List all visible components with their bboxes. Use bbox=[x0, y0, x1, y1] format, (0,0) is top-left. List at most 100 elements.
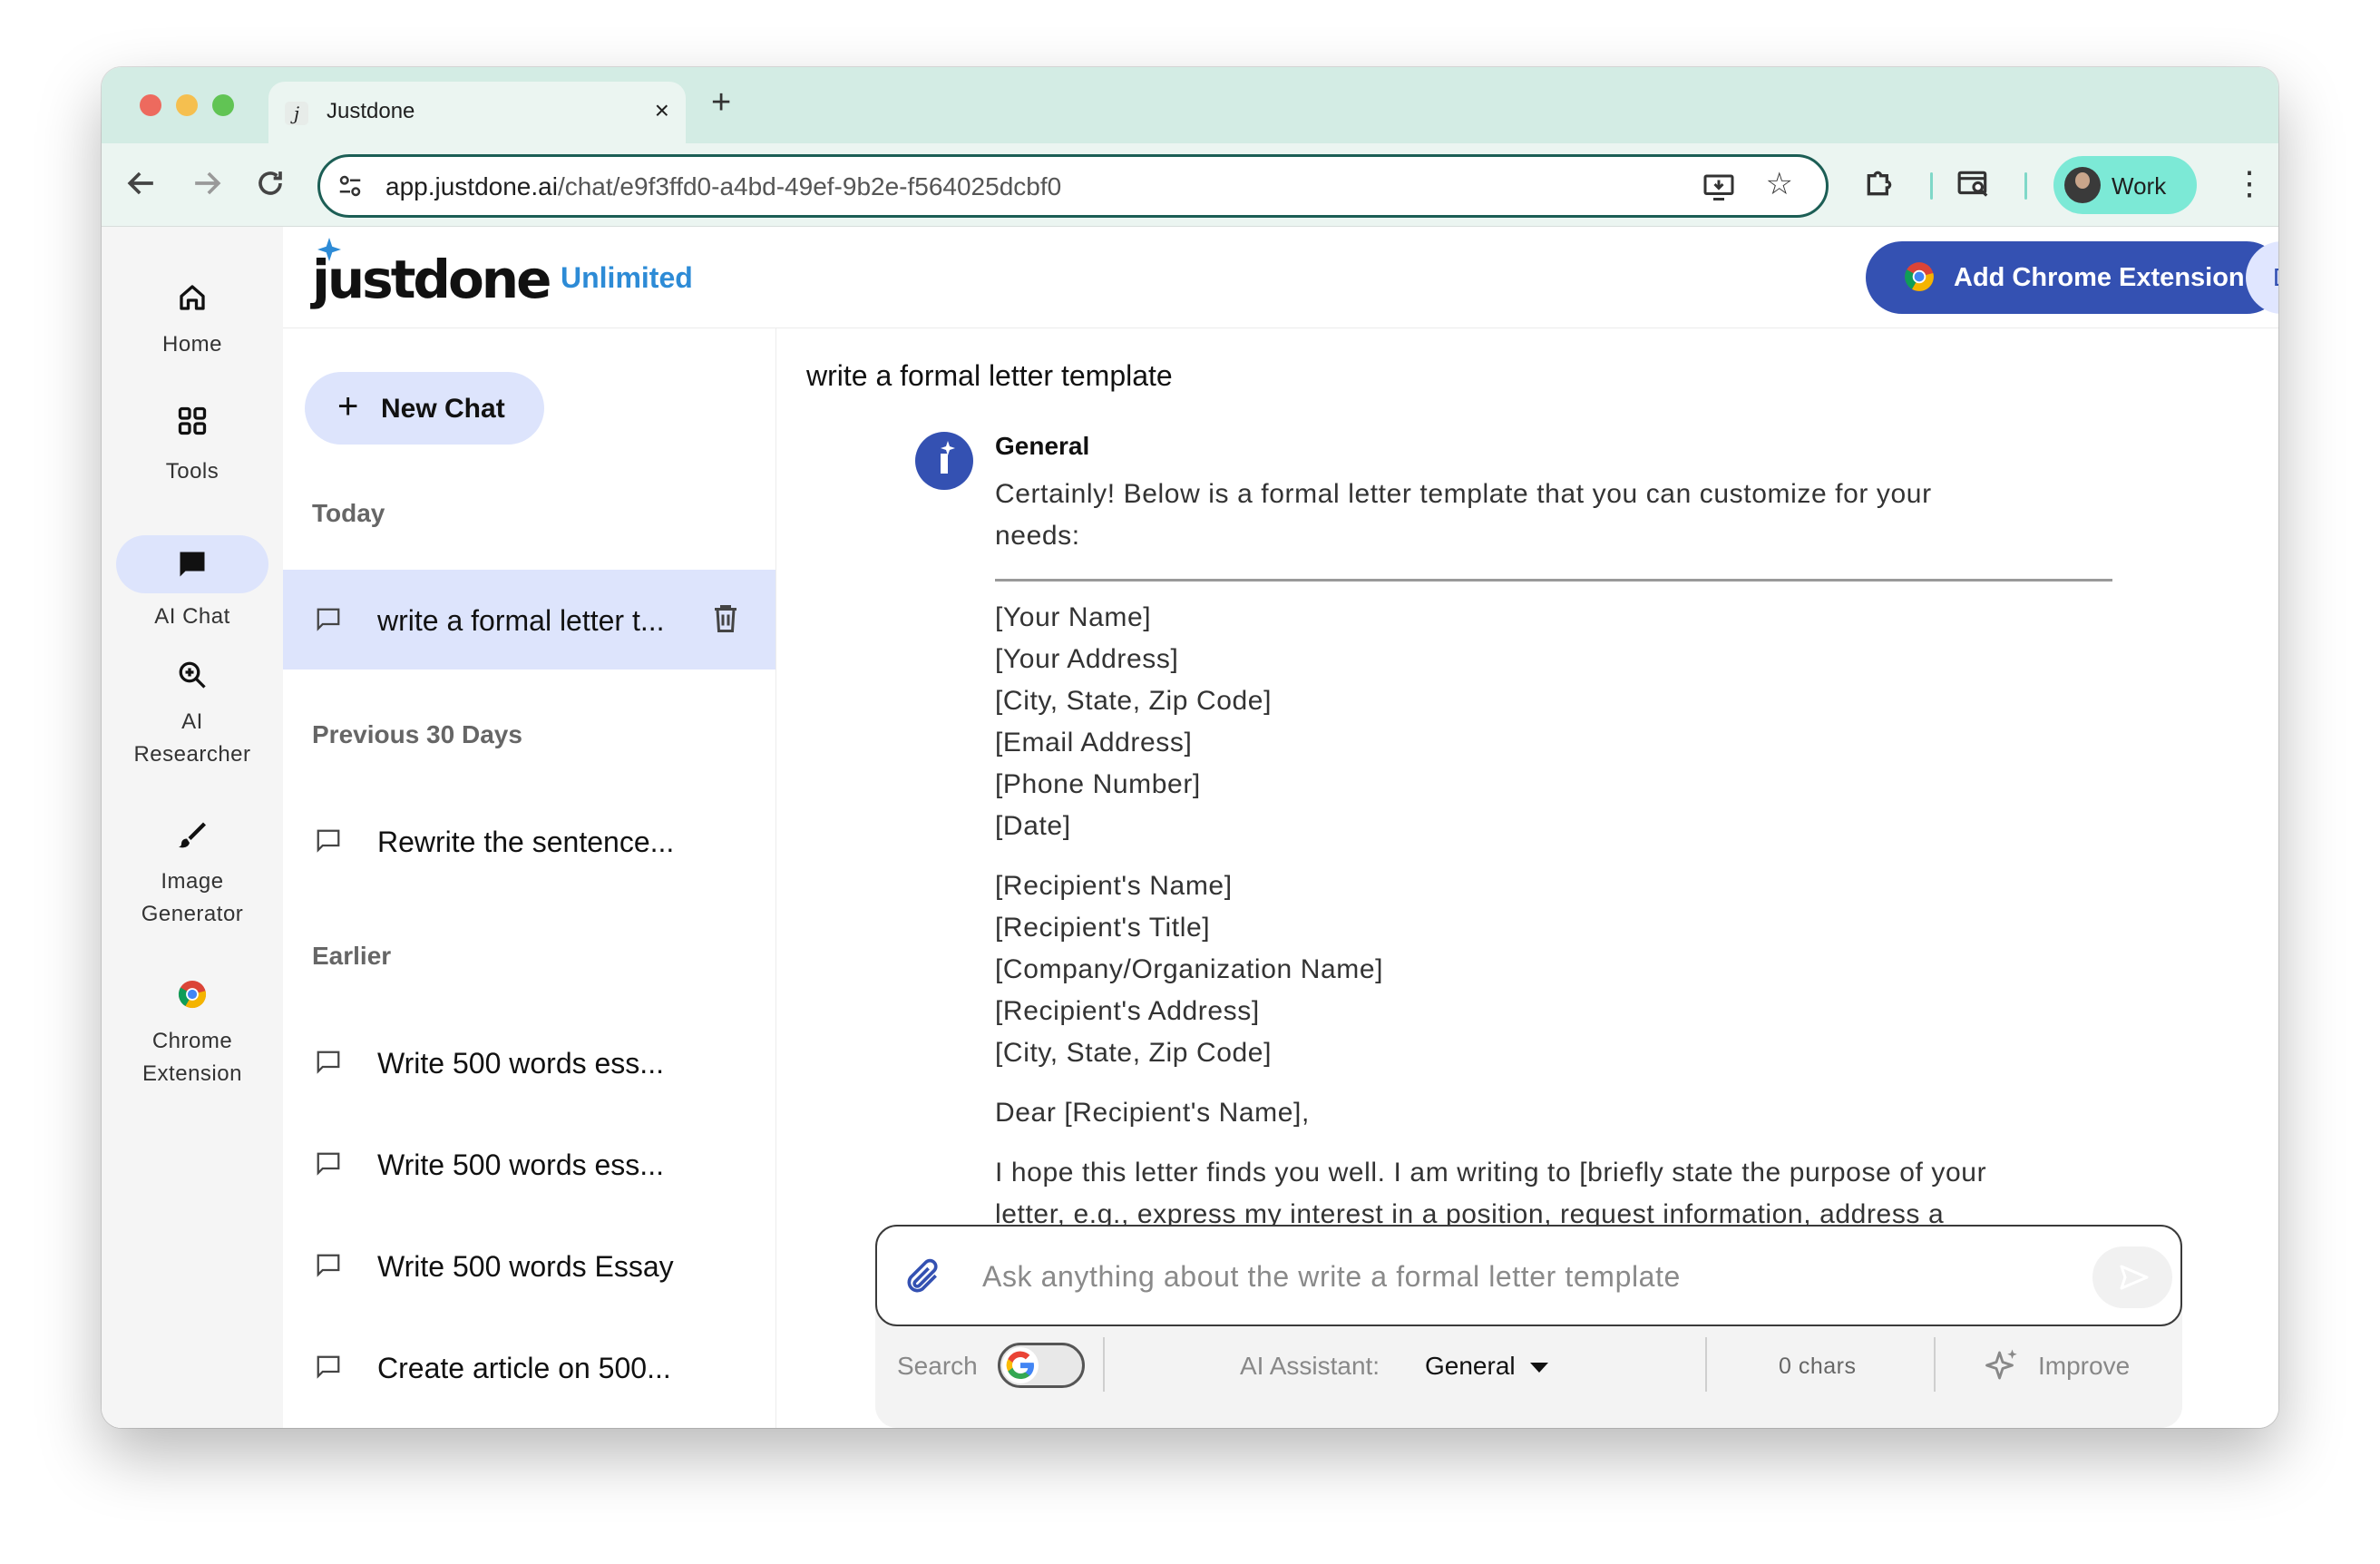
chat-history-panel: + New Chat Today write a formal letter t… bbox=[283, 328, 776, 1428]
chat-item[interactable]: Write 500 words ess... bbox=[283, 1012, 775, 1112]
assistant-intro-line: Certainly! Below is a formal letter temp… bbox=[995, 479, 1932, 509]
brush-icon bbox=[179, 822, 206, 848]
nav-label-ai-researcher-2: Researcher bbox=[133, 742, 251, 767]
improve-button[interactable]: Improve bbox=[2038, 1352, 2130, 1381]
nav-item-ai-chat[interactable]: AI Chat bbox=[102, 532, 283, 640]
close-tab-icon[interactable]: × bbox=[655, 96, 669, 125]
template-line: [Recipient's Name] bbox=[995, 871, 1233, 901]
site-settings-icon[interactable] bbox=[337, 172, 364, 200]
search-toggle-label: Search bbox=[897, 1352, 978, 1380]
address-bar[interactable]: app.justdone.ai/chat/e9f3ffd0-a4bd-49ef-… bbox=[317, 154, 1829, 218]
chat-item-title: Create article on 500... bbox=[377, 1352, 671, 1384]
composer-area: Search AI Assistant: General bbox=[875, 1225, 2182, 1428]
add-chrome-extension-label: Add Chrome Extension bbox=[1954, 263, 2245, 292]
browser-tab[interactable]: j Justdone × bbox=[268, 82, 686, 143]
justdone-favicon-icon: j bbox=[285, 102, 308, 125]
trash-icon[interactable] bbox=[709, 601, 742, 637]
chat-bubble-icon bbox=[317, 1051, 340, 1074]
grid-icon bbox=[178, 406, 207, 435]
justdone-app: Home Tools AI Chat AI Researcher Image G… bbox=[102, 227, 2278, 1428]
nav-item-ai-researcher[interactable]: AI Researcher bbox=[102, 659, 283, 786]
chat-item[interactable]: Rewrite the sentence... bbox=[283, 791, 775, 891]
url-host: app.justdone.ai bbox=[385, 172, 558, 200]
composer-divider bbox=[1103, 1337, 1105, 1392]
chat-item[interactable]: Create article on 500... bbox=[283, 1317, 775, 1417]
plan-badge: Unlimited bbox=[561, 261, 693, 294]
toolbar-divider bbox=[2024, 172, 2027, 200]
justdone-logo[interactable]: justdone bbox=[312, 250, 551, 308]
reload-icon[interactable] bbox=[250, 163, 290, 203]
install-icon[interactable] bbox=[1702, 171, 1735, 203]
template-salutation: Dear [Recipient's Name], bbox=[995, 1098, 1310, 1128]
toolbar-divider bbox=[1930, 172, 1933, 200]
nav-item-home[interactable]: Home bbox=[102, 281, 283, 390]
ai-assistant-label: AI Assistant: bbox=[1240, 1352, 1380, 1380]
app-header: justdone Unlimited Add Chrome Extension … bbox=[283, 227, 2278, 328]
menu-icon[interactable]: ⋮ bbox=[2233, 165, 2266, 201]
nav-item-chrome-extension[interactable]: Chrome Extension bbox=[102, 978, 283, 1105]
horizontal-rule bbox=[995, 579, 2112, 582]
chat-item-title: write a formal letter t... bbox=[377, 604, 665, 637]
template-line: [Recipient's Title] bbox=[995, 913, 1211, 943]
browser-toolbar: app.justdone.ai/chat/e9f3ffd0-a4bd-49ef-… bbox=[102, 143, 2278, 227]
chat-item-title: Write 500 words Essay bbox=[377, 1250, 674, 1283]
template-line: [City, State, Zip Code] bbox=[995, 686, 1273, 716]
chat-item[interactable]: write a formal letter t... bbox=[283, 570, 775, 670]
extensions-icon[interactable] bbox=[1861, 165, 1897, 201]
search-toggle[interactable] bbox=[998, 1343, 1085, 1388]
chat-item[interactable]: Write 500 words ess... bbox=[283, 1114, 775, 1214]
send-icon bbox=[2120, 1265, 2149, 1290]
nav-label-ai-chat: AI Chat bbox=[154, 604, 230, 629]
chrome-icon bbox=[1905, 262, 1934, 291]
message-composer bbox=[875, 1225, 2182, 1326]
new-chat-button[interactable]: + New Chat bbox=[305, 372, 544, 445]
chat-icon bbox=[180, 552, 205, 577]
sparkles-icon[interactable] bbox=[1984, 1346, 2022, 1384]
nav-label-home: Home bbox=[161, 332, 223, 357]
url-path: /chat/e9f3ffd0-a4bd-49ef-9b2e-f564025dcb… bbox=[557, 172, 1062, 200]
template-line: [Phone Number] bbox=[995, 769, 1201, 799]
send-button[interactable] bbox=[2092, 1246, 2172, 1308]
caret-down-icon[interactable] bbox=[1530, 1363, 1548, 1373]
close-window-button[interactable] bbox=[140, 94, 161, 116]
nav-label-ai-researcher-1: AI bbox=[181, 709, 203, 734]
nav-item-tools[interactable]: Tools bbox=[102, 405, 283, 513]
chat-item[interactable]: Write 500 words Essay bbox=[283, 1216, 775, 1315]
user-message: write a formal letter template bbox=[806, 359, 1173, 392]
assistant-avatar bbox=[915, 432, 973, 490]
template-line: [Your Name] bbox=[995, 602, 1152, 632]
section-heading-today: Today bbox=[312, 499, 385, 527]
template-line: [City, State, Zip Code] bbox=[995, 1038, 1273, 1068]
chat-bubble-icon bbox=[317, 1152, 340, 1176]
message-input[interactable] bbox=[982, 1254, 2025, 1299]
ai-assistant-select[interactable]: General bbox=[1425, 1352, 1516, 1381]
chat-item-title: Write 500 words ess... bbox=[377, 1149, 664, 1181]
template-line: [Email Address] bbox=[995, 728, 1193, 758]
chat-item-title: Write 500 words ess... bbox=[377, 1047, 664, 1080]
assistant-name: General bbox=[995, 432, 1090, 460]
new-tab-button[interactable]: + bbox=[711, 83, 731, 122]
tab-title: Justdone bbox=[327, 99, 415, 123]
conversation-panel: write a formal letter template General C… bbox=[777, 328, 2278, 1428]
composer-divider bbox=[1934, 1337, 1936, 1392]
minimize-window-button[interactable] bbox=[176, 94, 198, 116]
back-icon[interactable] bbox=[122, 163, 161, 203]
chrome-icon bbox=[178, 981, 207, 1009]
profile-avatar bbox=[2064, 167, 2101, 203]
paperclip-icon[interactable] bbox=[902, 1257, 942, 1297]
star-icon[interactable]: ☆ bbox=[1766, 166, 1793, 202]
profile-button[interactable]: Work bbox=[2053, 156, 2197, 214]
google-icon bbox=[1006, 1351, 1034, 1380]
char-count: 0 chars bbox=[1779, 1354, 1857, 1379]
chat-bubble-icon bbox=[317, 608, 340, 631]
url-text[interactable]: app.justdone.ai/chat/e9f3ffd0-a4bd-49ef-… bbox=[385, 172, 1061, 201]
nav-label-chrome-extension-2: Extension bbox=[142, 1061, 242, 1086]
forward-icon[interactable] bbox=[187, 163, 227, 203]
nav-label-image-generator-1: Image bbox=[161, 869, 224, 894]
cast-icon[interactable] bbox=[1956, 167, 1992, 201]
nav-item-image-generator[interactable]: Image Generator bbox=[102, 818, 283, 945]
zoom-window-button[interactable] bbox=[212, 94, 234, 116]
title-bar: j Justdone × + bbox=[102, 67, 2278, 143]
assistant-intro-line: needs: bbox=[995, 521, 1080, 551]
add-chrome-extension-button[interactable]: Add Chrome Extension bbox=[1866, 241, 2278, 314]
